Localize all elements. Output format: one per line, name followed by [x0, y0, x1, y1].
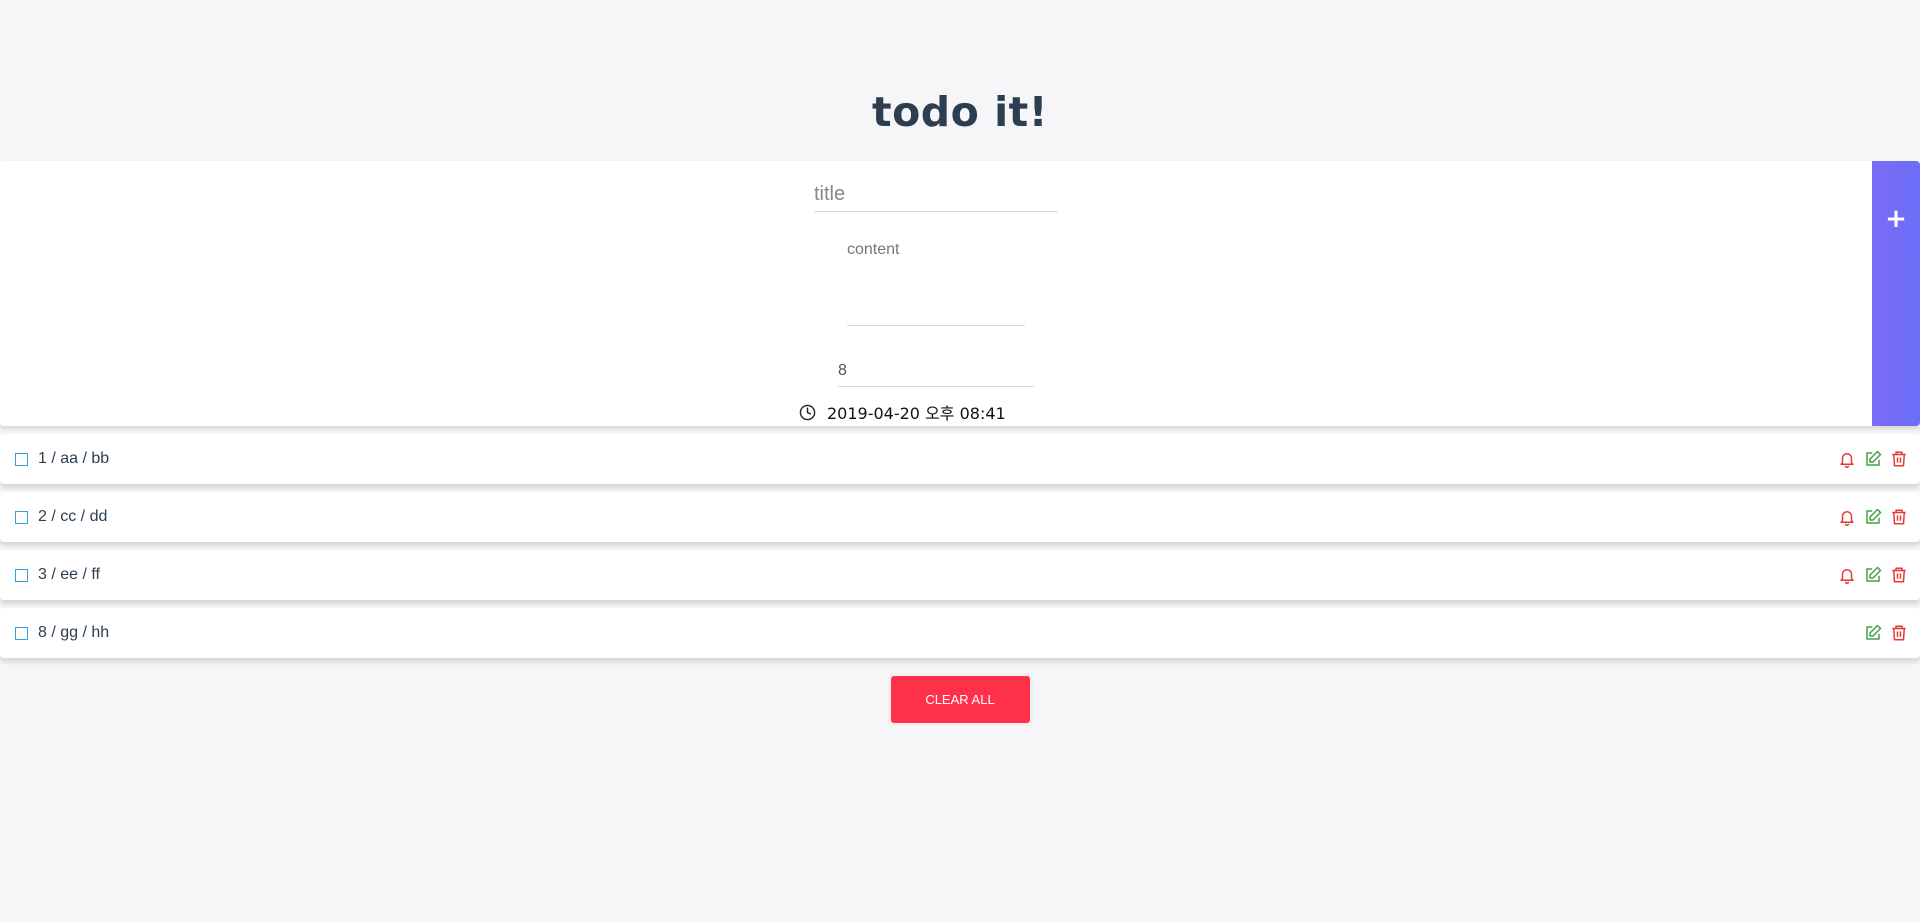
trash-icon[interactable]: [1890, 450, 1908, 468]
add-button[interactable]: +: [1872, 161, 1920, 426]
plus-icon: +: [1885, 204, 1907, 234]
item-actions: [1830, 492, 1908, 542]
edit-icon[interactable]: [1864, 508, 1882, 526]
trash-icon[interactable]: [1890, 508, 1908, 526]
clear-all-button[interactable]: CLEAR ALL: [890, 676, 1030, 723]
datetime-text: 2019-04-20 오후 08:41: [827, 404, 1006, 423]
edit-icon[interactable]: [1864, 450, 1882, 468]
app-title: todo it!: [872, 88, 1048, 136]
todo-item: 3 / ee / ff: [0, 550, 1920, 600]
checkbox-icon[interactable]: [15, 568, 28, 582]
title-input[interactable]: [814, 177, 1058, 212]
todo-text: 3 / ee / ff: [38, 566, 100, 583]
trash-icon[interactable]: [1890, 624, 1908, 642]
bell-icon[interactable]: [1838, 566, 1856, 584]
priority-input[interactable]: [838, 356, 1034, 387]
clock-icon: [799, 404, 816, 420]
edit-icon[interactable]: [1864, 566, 1882, 584]
input-panel: 2019-04-20 오후 08:41 +: [0, 161, 1920, 426]
todo-text: 2 / cc / dd: [38, 508, 108, 525]
content-input[interactable]: [847, 241, 1025, 326]
trash-icon[interactable]: [1890, 566, 1908, 584]
todo-item: 2 / cc / dd: [0, 492, 1920, 542]
todo-list: 1 / aa / bb 2 / cc / dd 3 / ee / ff 8 / …: [0, 434, 1920, 666]
clear-all-container: CLEAR ALL: [0, 676, 1920, 723]
item-actions: [1830, 434, 1908, 484]
todo-text: 8 / gg / hh: [38, 624, 110, 641]
item-actions: [1856, 608, 1908, 658]
edit-icon[interactable]: [1864, 624, 1882, 642]
checkbox-icon[interactable]: [15, 510, 28, 524]
bell-icon[interactable]: [1838, 450, 1856, 468]
todo-item: 8 / gg / hh: [0, 608, 1920, 658]
item-actions: [1830, 550, 1908, 600]
todo-text: 1 / aa / bb: [38, 450, 110, 467]
bell-icon[interactable]: [1838, 508, 1856, 526]
todo-item: 1 / aa / bb: [0, 434, 1920, 484]
checkbox-icon[interactable]: [15, 626, 28, 640]
datetime-picker[interactable]: 2019-04-20 오후 08:41: [799, 401, 1006, 423]
checkbox-icon[interactable]: [15, 452, 28, 466]
